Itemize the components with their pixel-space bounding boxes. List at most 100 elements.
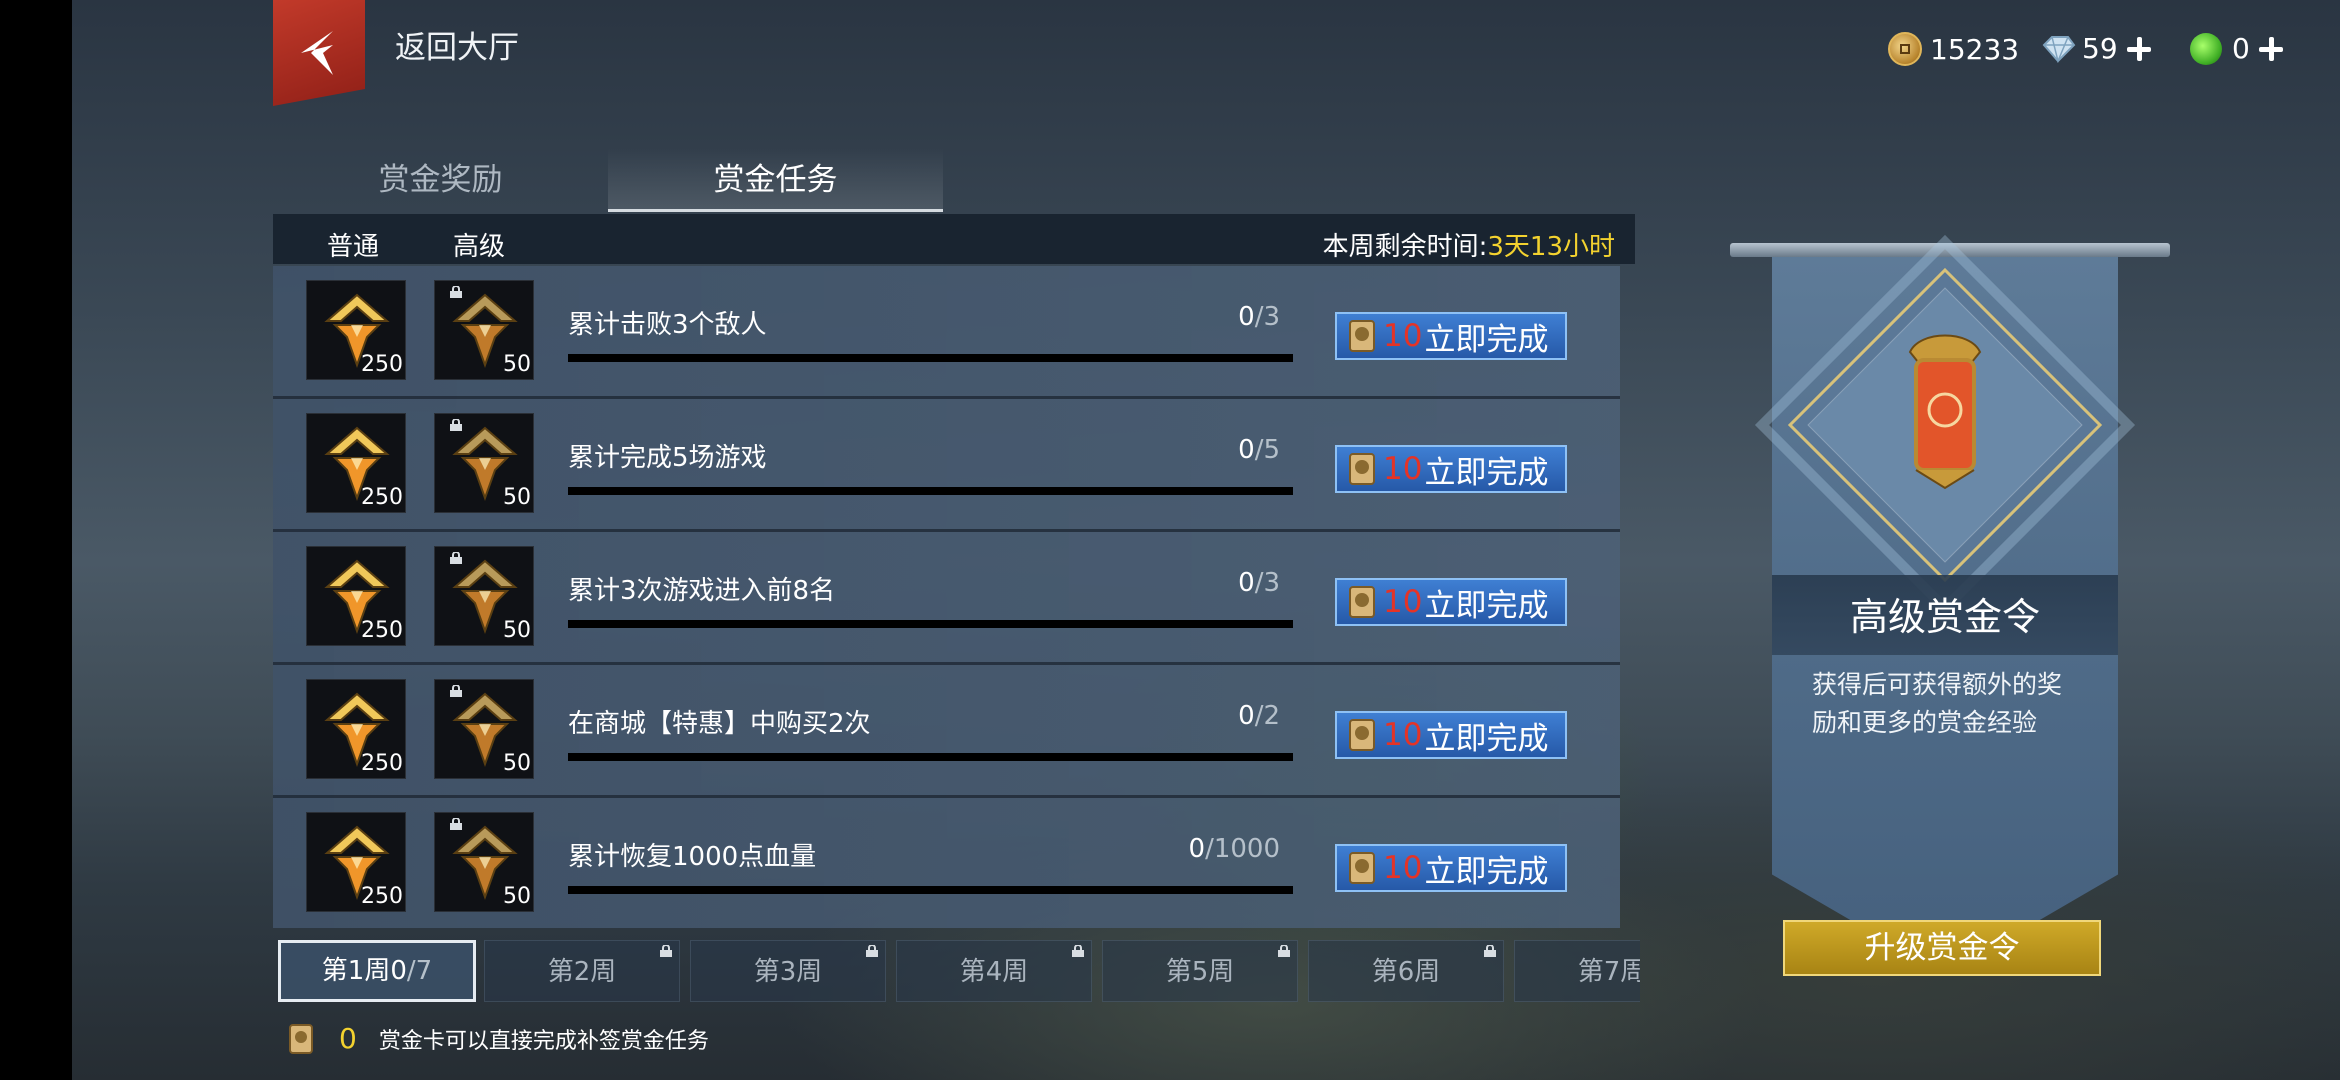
task-name: 累计3次游戏进入前8名 bbox=[568, 576, 836, 606]
coin-balance: 15233 bbox=[1888, 32, 2019, 66]
normal-reward: 250 bbox=[306, 812, 406, 912]
task-progress-current: 0 bbox=[1238, 568, 1255, 598]
normal-reward: 250 bbox=[306, 280, 406, 380]
bounty-card-count: 0 bbox=[339, 1022, 357, 1055]
week-label: 第7周 bbox=[1577, 957, 1640, 987]
premium-pass-title: 高级赏金令 bbox=[1849, 595, 2040, 639]
task-progress-total: /2 bbox=[1254, 701, 1280, 731]
lock-icon bbox=[450, 818, 462, 830]
task-name: 累计恢复1000点血量 bbox=[568, 842, 817, 872]
diamond-icon bbox=[2042, 35, 2076, 63]
task-name: 在商城【特惠】中购买2次 bbox=[568, 709, 871, 739]
week-total: /7 bbox=[406, 956, 433, 986]
task-progress-total: /1000 bbox=[1205, 834, 1280, 864]
task-progress-text: 0/5 bbox=[1238, 435, 1280, 465]
add-jade-button[interactable] bbox=[2258, 36, 2284, 62]
complete-now-button[interactable]: 10 立即完成 bbox=[1335, 312, 1567, 360]
bounty-card-icon bbox=[1349, 852, 1375, 884]
complete-label: 立即完成 bbox=[1424, 853, 1549, 890]
back-arrow-icon bbox=[301, 31, 333, 75]
add-diamonds-button[interactable] bbox=[2126, 36, 2152, 62]
complete-label: 立即完成 bbox=[1424, 454, 1549, 491]
advanced-reward-amount: 50 bbox=[503, 751, 531, 776]
task-progress-total: /3 bbox=[1254, 302, 1280, 332]
week-selector: 第1周0/7 第2周 第3周 第4周 第5周 第6周 第7周 bbox=[278, 940, 1640, 1002]
week-time-label: 本周剩余时间: bbox=[1322, 232, 1488, 262]
task-progress-total: /3 bbox=[1254, 568, 1280, 598]
advanced-reward-amount: 50 bbox=[503, 352, 531, 377]
complete-cost: 10 bbox=[1383, 451, 1423, 487]
task-progress-bar bbox=[568, 620, 1293, 628]
task-progress-bar bbox=[568, 487, 1293, 495]
back-label[interactable]: 返回大厅 bbox=[395, 22, 519, 67]
week-label: 第4周 bbox=[959, 957, 1029, 987]
week-remaining-time: 本周剩余时间:3天13小时 bbox=[1323, 226, 1615, 263]
week-label: 第2周 bbox=[547, 957, 617, 987]
jade-balance: 0 bbox=[2190, 32, 2284, 65]
bounty-card-icon bbox=[1349, 453, 1375, 485]
coin-amount: 15233 bbox=[1930, 32, 2020, 66]
task-name: 累计击败3个敌人 bbox=[568, 310, 767, 340]
task-progress-current: 0 bbox=[1238, 701, 1255, 731]
task-list[interactable]: 250 50 累计击败3个敌人 0/3 10 立即完成 250 50 累计完成5… bbox=[273, 266, 1620, 928]
back-button[interactable] bbox=[273, 0, 365, 106]
column-advanced: 高级 bbox=[453, 232, 506, 262]
normal-reward-amount: 250 bbox=[361, 352, 403, 377]
bounty-card-icon bbox=[1349, 586, 1375, 618]
diamond-amount: 59 bbox=[2082, 32, 2118, 65]
task-progress-text: 0/2 bbox=[1238, 701, 1280, 731]
task-progress-text: 0/1000 bbox=[1189, 834, 1280, 864]
coin-icon bbox=[1888, 32, 1922, 66]
lock-icon bbox=[450, 685, 462, 697]
task-progress-total: /5 bbox=[1254, 435, 1280, 465]
premium-token-frame bbox=[1754, 234, 2136, 616]
complete-cost: 10 bbox=[1383, 850, 1423, 886]
lock-icon bbox=[660, 945, 672, 957]
advanced-reward: 50 bbox=[434, 679, 534, 779]
premium-pass-description: 获得后可获得额外的奖励和更多的赏金经验 bbox=[1812, 670, 2063, 737]
complete-now-button[interactable]: 10 立即完成 bbox=[1335, 578, 1567, 626]
lock-icon bbox=[866, 945, 878, 957]
screen-edge bbox=[0, 0, 72, 1080]
week-tab-5[interactable]: 第5周 bbox=[1102, 940, 1298, 1002]
jade-icon bbox=[2190, 32, 2222, 65]
task-row: 250 50 累计3次游戏进入前8名 0/3 10 立即完成 bbox=[273, 532, 1620, 665]
task-row: 250 50 累计击败3个敌人 0/3 10 立即完成 bbox=[273, 266, 1620, 399]
task-progress-current: 0 bbox=[1188, 834, 1206, 864]
normal-reward-amount: 250 bbox=[361, 618, 403, 643]
lock-icon bbox=[450, 286, 462, 298]
lock-icon bbox=[450, 419, 462, 431]
bounty-card-hint: 赏金卡可以直接完成补签赏金任务 bbox=[378, 1028, 709, 1054]
task-progress-bar bbox=[568, 753, 1293, 761]
task-progress-current: 0 bbox=[1238, 302, 1255, 332]
week-tab-4[interactable]: 第4周 bbox=[896, 940, 1092, 1002]
week-tab-2[interactable]: 第2周 bbox=[484, 940, 680, 1002]
advanced-reward: 50 bbox=[434, 812, 534, 912]
complete-label: 立即完成 bbox=[1424, 587, 1549, 624]
bounty-card-icon bbox=[1349, 719, 1375, 751]
task-row: 250 50 累计恢复1000点血量 0/1000 10 立即完成 bbox=[273, 798, 1620, 928]
tab-bounty-rewards[interactable]: 赏金奖励 bbox=[273, 148, 608, 212]
week-tab-6[interactable]: 第6周 bbox=[1308, 940, 1504, 1002]
bounty-card-icon bbox=[289, 1023, 313, 1054]
tab-bounty-tasks[interactable]: 赏金任务 bbox=[608, 148, 943, 212]
task-progress-text: 0/3 bbox=[1238, 568, 1280, 598]
advanced-reward-amount: 50 bbox=[503, 485, 531, 510]
upgrade-pass-button[interactable]: 升级赏金令 bbox=[1783, 920, 2101, 976]
complete-now-button[interactable]: 10 立即完成 bbox=[1335, 445, 1567, 493]
bounty-card-info: 0 赏金卡可以直接完成补签赏金任务 bbox=[287, 1022, 709, 1055]
advanced-reward: 50 bbox=[434, 280, 534, 380]
complete-label: 立即完成 bbox=[1424, 720, 1549, 757]
week-label: 第1周 bbox=[321, 956, 391, 986]
diamond-balance: 59 bbox=[2040, 32, 2152, 65]
complete-cost: 10 bbox=[1383, 318, 1423, 354]
complete-now-button[interactable]: 10 立即完成 bbox=[1335, 711, 1567, 759]
week-label: 第3周 bbox=[753, 957, 823, 987]
week-tab-3[interactable]: 第3周 bbox=[690, 940, 886, 1002]
week-tab-7[interactable]: 第7周 bbox=[1514, 940, 1640, 1002]
lock-icon bbox=[1278, 945, 1290, 957]
week-tab-1[interactable]: 第1周0/7 bbox=[278, 940, 476, 1002]
task-name: 累计完成5场游戏 bbox=[568, 443, 767, 473]
complete-now-button[interactable]: 10 立即完成 bbox=[1335, 844, 1567, 892]
bounty-card-icon bbox=[1349, 320, 1375, 352]
